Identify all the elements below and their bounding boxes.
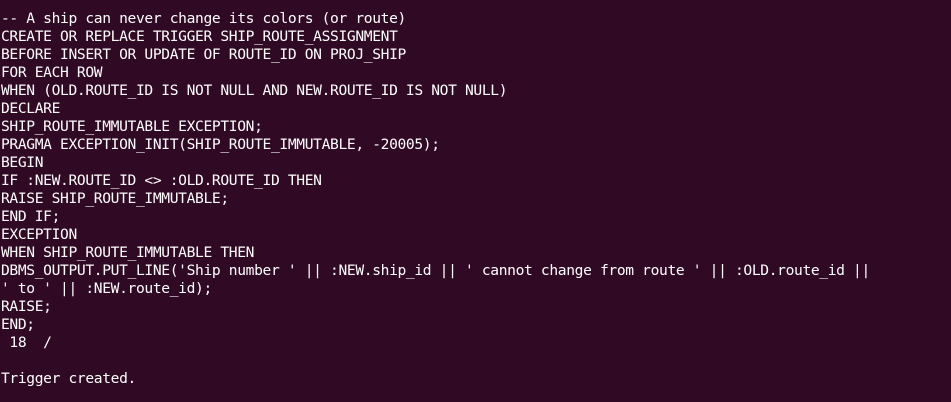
terminal-line: Trigger created. xyxy=(1,370,136,387)
terminal-line: ' to ' || :NEW.route_id); xyxy=(1,280,212,297)
terminal-line: EXCEPTION xyxy=(1,226,77,243)
terminal-line: WHEN (OLD.ROUTE_ID IS NOT NULL AND NEW.R… xyxy=(1,82,508,99)
terminal-line: 18 / xyxy=(1,334,52,351)
terminal-line: DECLARE xyxy=(1,100,61,117)
terminal-line: CREATE OR REPLACE TRIGGER SHIP_ROUTE_ASS… xyxy=(1,28,398,45)
terminal-line: BEGIN xyxy=(1,154,44,171)
terminal-line: IF :NEW.ROUTE_ID <> :OLD.ROUTE_ID THEN xyxy=(1,172,322,189)
terminal-line: FOR EACH ROW xyxy=(1,64,103,81)
terminal-line: WHEN SHIP_ROUTE_IMMUTABLE THEN xyxy=(1,244,255,261)
terminal-line: RAISE; xyxy=(1,298,52,315)
terminal-line: END; xyxy=(1,316,35,333)
terminal-line: RAISE SHIP_ROUTE_IMMUTABLE; xyxy=(1,190,229,207)
terminal-line: PRAGMA EXCEPTION_INIT(SHIP_ROUTE_IMMUTAB… xyxy=(1,136,440,153)
terminal-line: END IF; xyxy=(1,208,61,225)
terminal-line: BEFORE INSERT OR UPDATE OF ROUTE_ID ON P… xyxy=(1,46,406,63)
terminal-line: DBMS_OUTPUT.PUT_LINE('Ship number ' || :… xyxy=(1,262,870,279)
terminal-output: -- A ship can never change its colors (o… xyxy=(1,10,951,388)
terminal-line: SHIP_ROUTE_IMMUTABLE EXCEPTION; xyxy=(1,118,263,135)
terminal-line: -- A ship can never change its colors (o… xyxy=(1,10,406,27)
